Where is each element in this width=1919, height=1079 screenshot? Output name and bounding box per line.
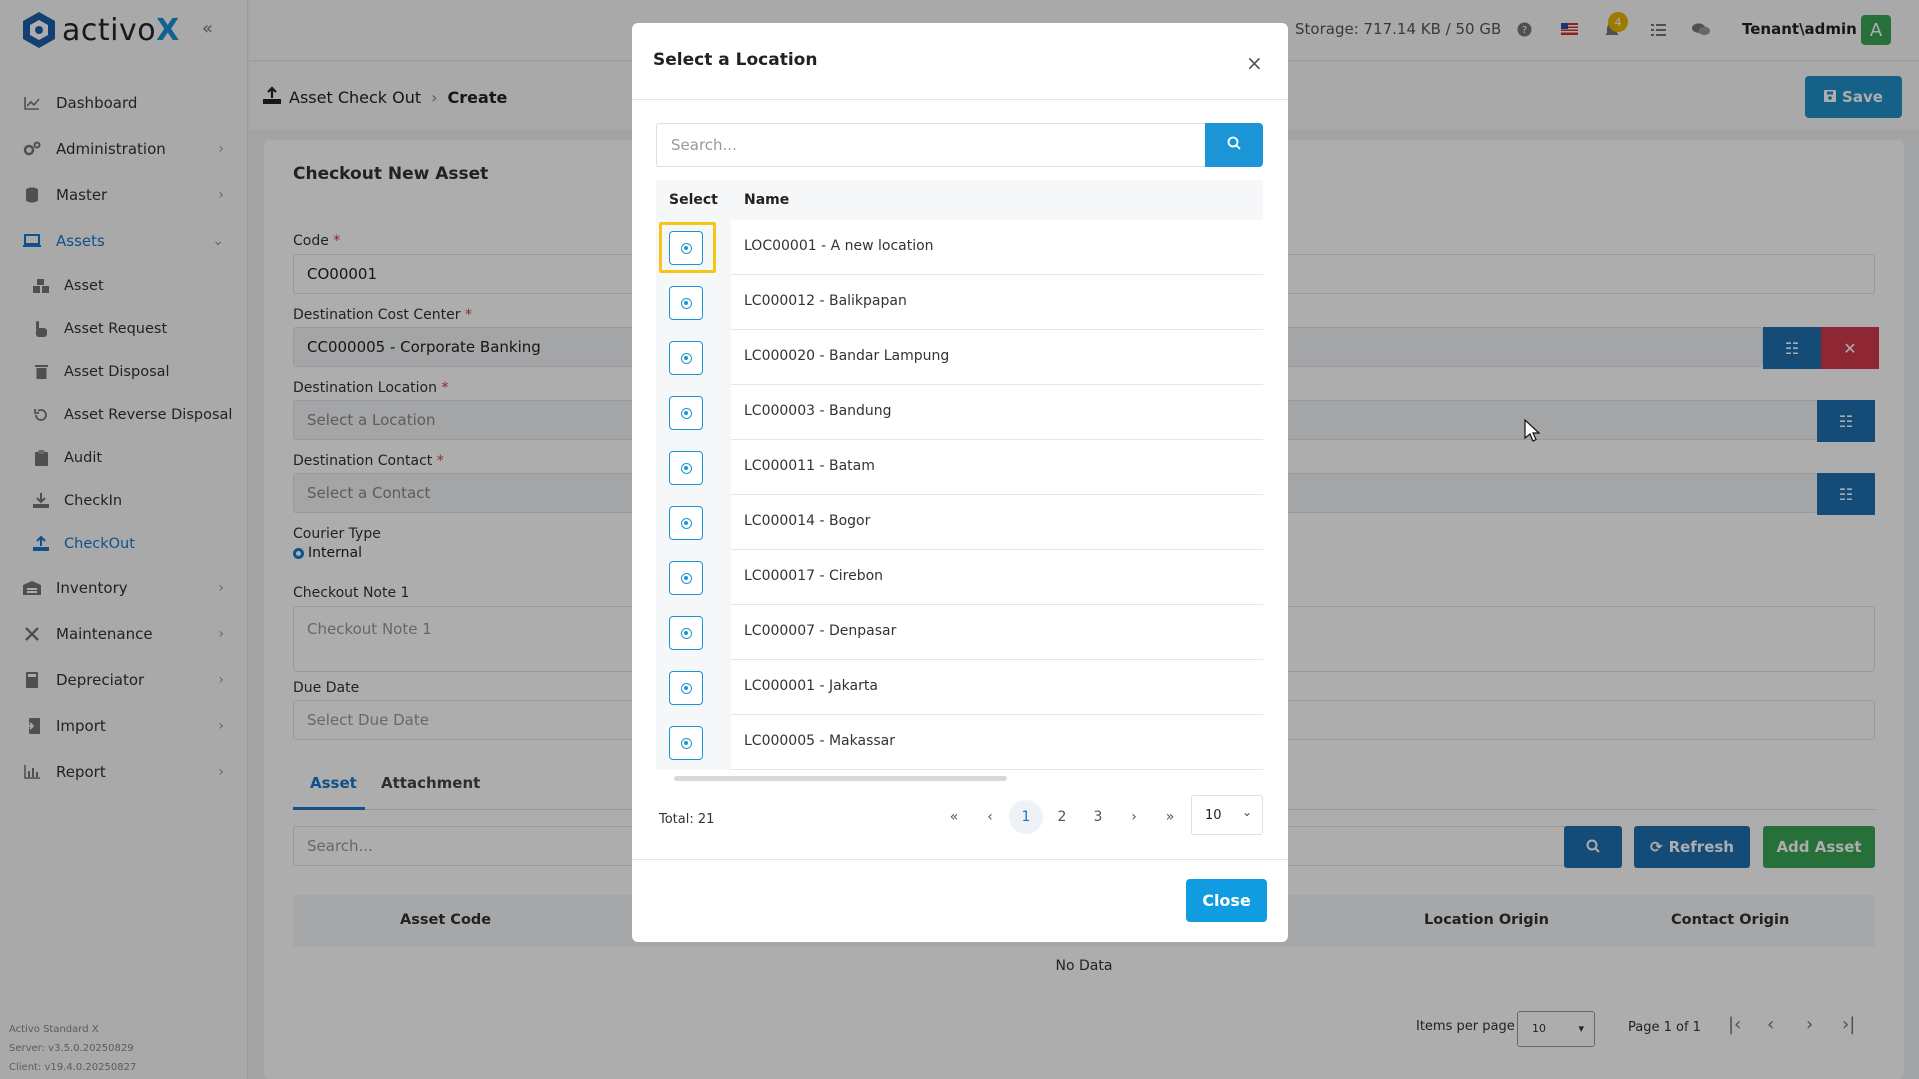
- target-icon: [680, 517, 692, 529]
- select-row-button[interactable]: [669, 451, 703, 485]
- target-icon: [680, 297, 692, 309]
- table-row[interactable]: LC000001 - Jakarta: [656, 660, 1263, 715]
- table-row[interactable]: LC000011 - Batam: [656, 440, 1263, 495]
- target-icon: [680, 462, 692, 474]
- table-row[interactable]: LC000014 - Bogor: [656, 495, 1263, 550]
- last-page-icon[interactable]: »: [1153, 800, 1187, 834]
- column-select: Select: [669, 192, 718, 208]
- table-row[interactable]: LC000005 - Makassar: [656, 715, 1263, 770]
- page-size-select[interactable]: 10 ⌄: [1191, 795, 1263, 835]
- target-icon: [680, 352, 692, 364]
- focus-highlight: [659, 222, 716, 273]
- select-row-button[interactable]: [669, 726, 703, 760]
- location-table: Select Name LOC00001 - A new location LC…: [656, 180, 1263, 770]
- table-row[interactable]: LC000017 - Cirebon: [656, 550, 1263, 605]
- page-button-2[interactable]: 2: [1045, 800, 1079, 834]
- close-button[interactable]: Close: [1186, 879, 1267, 922]
- total-count: Total: 21: [659, 812, 715, 827]
- table-row[interactable]: LC000012 - Balikpapan: [656, 275, 1263, 330]
- table-row[interactable]: LC000007 - Denpasar: [656, 605, 1263, 660]
- select-row-button[interactable]: [669, 396, 703, 430]
- table-row[interactable]: LC000020 - Bandar Lampung: [656, 330, 1263, 385]
- select-row-button[interactable]: [669, 506, 703, 540]
- dialog-title: Select a Location: [653, 50, 818, 70]
- chevron-down-icon: ⌄: [1241, 805, 1252, 819]
- target-icon: [680, 682, 692, 694]
- target-icon: [680, 737, 692, 749]
- divider: [632, 99, 1288, 100]
- location-table-header: Select Name: [656, 180, 1263, 220]
- table-row[interactable]: LOC00001 - A new location: [656, 220, 1263, 275]
- select-row-button[interactable]: [669, 341, 703, 375]
- column-name[interactable]: Name: [744, 192, 789, 208]
- prev-page-icon[interactable]: ‹: [973, 800, 1007, 834]
- page-button-1[interactable]: 1: [1009, 800, 1043, 834]
- select-row-button[interactable]: [669, 671, 703, 705]
- search-icon: [1227, 136, 1241, 154]
- select-row-button[interactable]: [669, 616, 703, 650]
- close-icon[interactable]: ×: [1246, 51, 1263, 75]
- target-icon: [680, 627, 692, 639]
- divider: [632, 859, 1288, 860]
- target-icon: [680, 407, 692, 419]
- horizontal-scrollbar[interactable]: [674, 776, 1007, 781]
- table-row[interactable]: LC000003 - Bandung: [656, 385, 1263, 440]
- page-button-3[interactable]: 3: [1081, 800, 1115, 834]
- mouse-cursor-icon: [1524, 419, 1540, 442]
- first-page-icon[interactable]: «: [937, 800, 971, 834]
- location-search-button[interactable]: [1205, 123, 1263, 167]
- target-icon: [680, 572, 692, 584]
- select-row-button[interactable]: [669, 286, 703, 320]
- location-search-input[interactable]: Search...: [656, 123, 1206, 167]
- select-row-button[interactable]: [669, 561, 703, 595]
- next-page-icon[interactable]: ›: [1117, 800, 1151, 834]
- select-location-dialog: Select a Location × Search... Select Nam…: [632, 23, 1288, 942]
